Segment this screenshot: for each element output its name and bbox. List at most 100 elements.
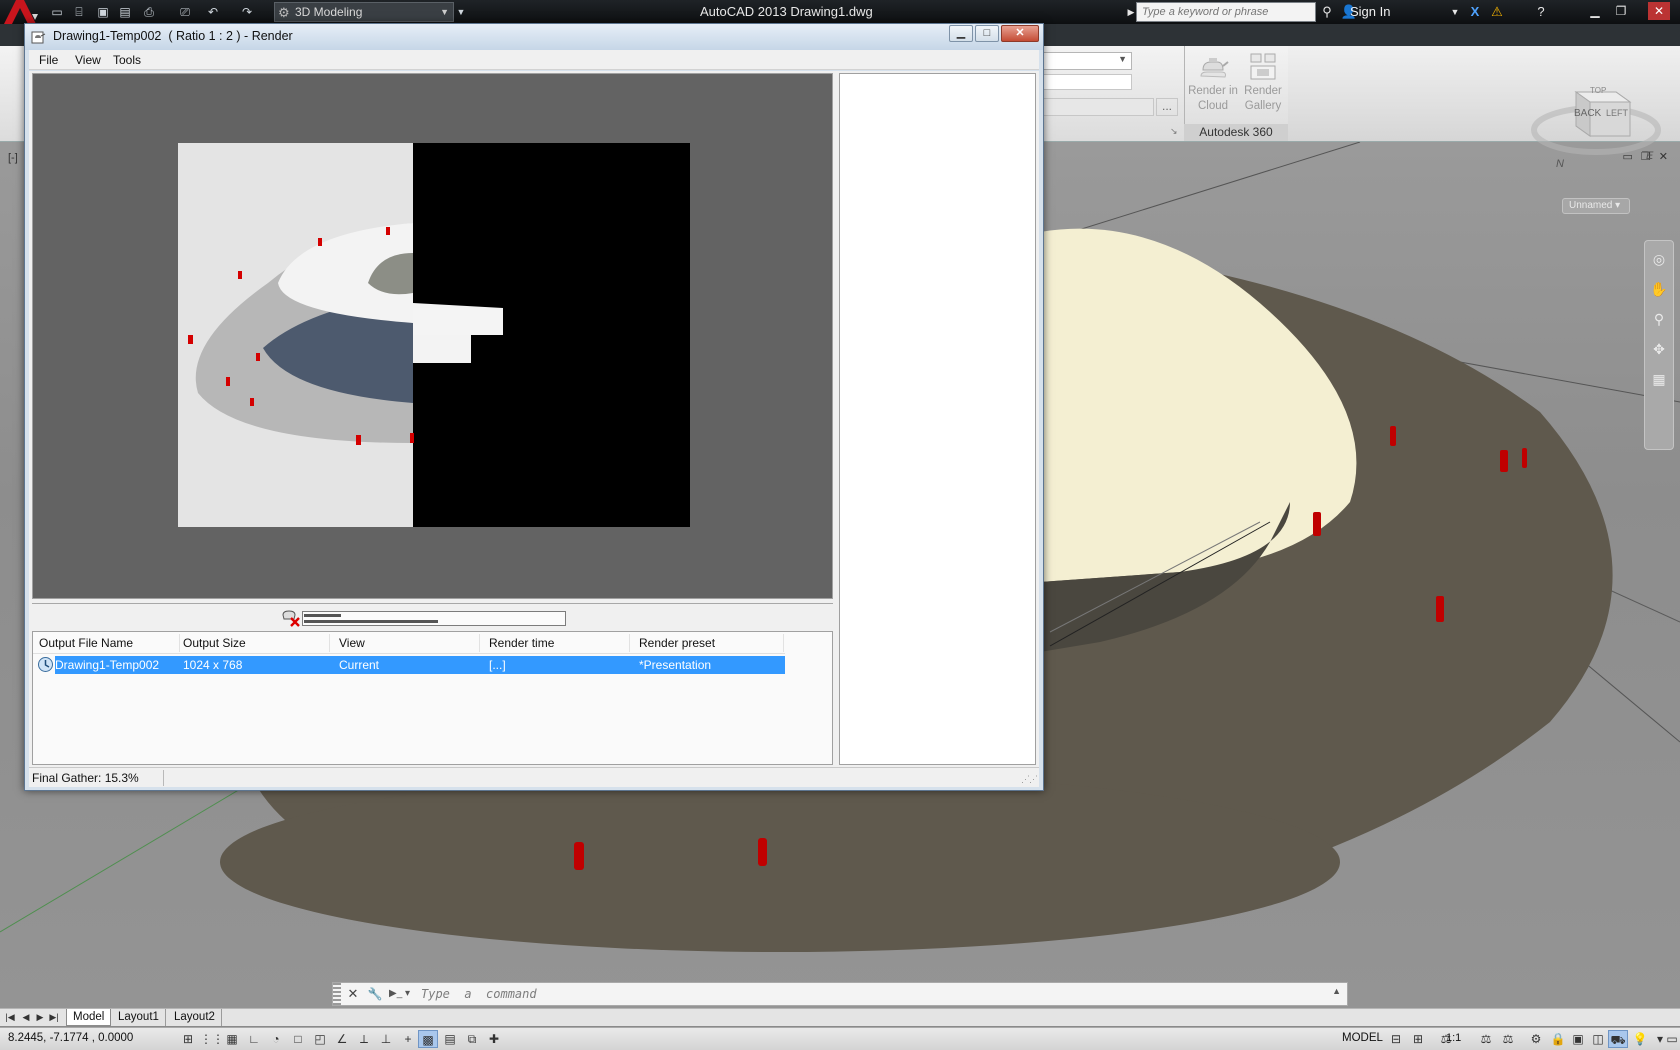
- binoculars-icon[interactable]: ⚲: [1318, 3, 1336, 21]
- help-icon[interactable]: ?: [1532, 3, 1550, 21]
- column-header-output-size[interactable]: Output Size: [183, 636, 246, 650]
- menu-tools[interactable]: Tools: [113, 53, 141, 67]
- viewcube-back-face[interactable]: BACK: [1574, 108, 1601, 119]
- hardware-acceleration-icon[interactable]: ▣: [1568, 1030, 1588, 1048]
- sign-in-link[interactable]: Sign In: [1350, 4, 1390, 19]
- qat-customize-icon[interactable]: ▼: [452, 3, 470, 21]
- tab-model[interactable]: Model: [66, 1009, 112, 1026]
- command-input[interactable]: [421, 985, 1321, 1003]
- object-snap-tracking-icon[interactable]: ∠: [332, 1030, 352, 1048]
- undo-icon[interactable]: ↶: [204, 3, 222, 21]
- workspace-switching-icon[interactable]: ⚙: [1526, 1030, 1546, 1048]
- grid-display-icon[interactable]: ▦: [222, 1030, 242, 1048]
- last-tab-icon[interactable]: ▶|: [48, 1010, 60, 1025]
- next-tab-icon[interactable]: ▶: [34, 1010, 46, 1025]
- compass-north-label[interactable]: N: [1556, 158, 1564, 170]
- render-window-titlebar[interactable]: Drawing1-Temp002 ( Ratio 1 : 2 ) - Rende…: [25, 24, 1043, 50]
- minimize-render-window-icon[interactable]: ▁: [949, 25, 973, 42]
- column-header-render-time[interactable]: Render time: [489, 636, 554, 650]
- column-header-view[interactable]: View: [339, 636, 365, 650]
- infer-constraints-icon[interactable]: ⊞: [178, 1030, 198, 1048]
- lineweight-icon[interactable]: +: [398, 1030, 418, 1048]
- command-prompt-icon[interactable]: ▶_ ▾: [389, 986, 417, 1002]
- quick-properties-icon[interactable]: ▤: [440, 1030, 460, 1048]
- annotation-scale-value[interactable]: 1:1: [1446, 1032, 1461, 1044]
- performance-tuner-icon[interactable]: ◫: [1588, 1030, 1608, 1048]
- object-snap-icon[interactable]: □: [288, 1030, 308, 1048]
- restore-app-icon[interactable]: ❐: [1610, 2, 1632, 20]
- polar-tracking-icon[interactable]: ◔: [266, 1030, 286, 1048]
- ortho-mode-icon[interactable]: ∟: [244, 1030, 264, 1048]
- close-app-icon[interactable]: ✕: [1648, 2, 1670, 20]
- close-render-window-icon[interactable]: ✕: [1001, 25, 1039, 42]
- dynamic-ucs-icon[interactable]: ⟂: [354, 1030, 374, 1048]
- menu-file[interactable]: File: [39, 53, 58, 67]
- first-tab-icon[interactable]: |◀: [4, 1010, 16, 1025]
- wrench-icon[interactable]: 🔧: [367, 986, 383, 1002]
- steering-wheel-icon[interactable]: ◎: [1645, 247, 1673, 271]
- pan-icon[interactable]: ✋: [1645, 277, 1673, 301]
- close-icon[interactable]: ✕: [345, 986, 361, 1002]
- maximize-render-window-icon[interactable]: □: [975, 25, 999, 42]
- render-history-list[interactable]: Output File Name Output Size View Render…: [32, 631, 833, 765]
- search-input[interactable]: [1136, 2, 1316, 22]
- publish-icon[interactable]: ⎙: [140, 3, 158, 21]
- communication-center-icon[interactable]: ⚠: [1488, 3, 1506, 21]
- render-in-cloud-button[interactable]: Render in Cloud: [1186, 50, 1240, 120]
- prev-tab-icon[interactable]: ◀: [20, 1010, 32, 1025]
- 3d-object-snap-icon[interactable]: ◰: [310, 1030, 330, 1048]
- plot-icon[interactable]: ⎚: [176, 3, 194, 21]
- tab-layout2[interactable]: Layout2: [168, 1009, 222, 1026]
- table-row[interactable]: Drawing1-Temp002 1024 x 768 Current [...…: [55, 656, 785, 674]
- new-file-icon[interactable]: ▭: [48, 3, 66, 21]
- chevron-up-icon[interactable]: ▲: [1332, 986, 1341, 996]
- dynamic-input-icon[interactable]: ⊥: [376, 1030, 396, 1048]
- showmotion-icon[interactable]: ▦: [1645, 367, 1673, 391]
- exchange-apps-icon[interactable]: X: [1466, 3, 1484, 21]
- quick-view-drawings-icon[interactable]: ⊞: [1408, 1030, 1428, 1048]
- annotation-monitor-icon[interactable]: ✚: [484, 1030, 504, 1048]
- command-line[interactable]: ✕ 🔧 ▶_ ▾ ▲: [332, 982, 1348, 1006]
- menu-view[interactable]: View: [75, 53, 101, 67]
- annotation-visibility-icon[interactable]: ⚖: [1476, 1030, 1496, 1048]
- isolate-objects-icon[interactable]: ⛟: [1608, 1030, 1628, 1048]
- clean-screen-icon[interactable]: ▭: [1662, 1030, 1680, 1048]
- viewcube-top-face[interactable]: TOP: [1590, 86, 1606, 95]
- transparency-icon[interactable]: ▩: [418, 1030, 438, 1048]
- selection-cycling-icon[interactable]: ⧉: [462, 1030, 482, 1048]
- browse-button[interactable]: ...: [1156, 98, 1178, 116]
- column-header-render-preset[interactable]: Render preset: [639, 636, 715, 650]
- save-as-icon[interactable]: ▤: [116, 3, 134, 21]
- navigation-bar[interactable]: ◎ ✋ ⚲ ✥ ▦: [1644, 240, 1674, 450]
- tab-layout1[interactable]: Layout1: [112, 1009, 166, 1026]
- lightbulb-icon[interactable]: 💡: [1630, 1030, 1650, 1048]
- render-output-path-field[interactable]: [1040, 98, 1154, 116]
- zoom-icon[interactable]: ⚲: [1645, 307, 1673, 331]
- panel-launcher-icon[interactable]: ↘: [1170, 126, 1178, 137]
- render-image-area[interactable]: [32, 73, 833, 599]
- workspace-select[interactable]: ⚙ 3D Modeling ▼: [274, 2, 454, 22]
- resize-grip-icon[interactable]: ⋰⋰: [1021, 774, 1038, 785]
- command-line-grip[interactable]: [333, 983, 341, 1005]
- orbit-icon[interactable]: ✥: [1645, 337, 1673, 361]
- cancel-render-icon[interactable]: [280, 609, 302, 627]
- viewcube-left-face[interactable]: LEFT: [1606, 108, 1628, 118]
- redo-icon[interactable]: ↷: [238, 3, 256, 21]
- cursor-coordinates[interactable]: 8.2445, -7.1774 , 0.0000: [8, 1032, 133, 1044]
- snap-mode-icon[interactable]: ⋮⋮: [200, 1030, 224, 1048]
- minimize-app-icon[interactable]: ▁: [1584, 2, 1606, 20]
- render-preset-field[interactable]: [1040, 74, 1132, 90]
- ucs-menu[interactable]: Unnamed ▾: [1562, 198, 1630, 214]
- save-icon[interactable]: ▣: [94, 3, 112, 21]
- render-gallery-button[interactable]: Render Gallery: [1236, 50, 1290, 120]
- quick-view-layouts-icon[interactable]: ⊟: [1386, 1030, 1406, 1048]
- viewport-controls-label[interactable]: [-]: [8, 152, 18, 164]
- render-window[interactable]: Drawing1-Temp002 ( Ratio 1 : 2 ) - Rende…: [24, 23, 1044, 791]
- compass-east-label[interactable]: E: [1646, 150, 1653, 162]
- model-space-label[interactable]: MODEL: [1342, 1032, 1383, 1044]
- autocad-logo-icon[interactable]: [2, 0, 40, 24]
- lock-ui-icon[interactable]: 🔒: [1548, 1030, 1568, 1048]
- render-quality-select[interactable]: ▼: [1040, 52, 1132, 70]
- column-header-output-file-name[interactable]: Output File Name: [39, 636, 133, 650]
- open-file-icon[interactable]: ⌸: [70, 3, 88, 21]
